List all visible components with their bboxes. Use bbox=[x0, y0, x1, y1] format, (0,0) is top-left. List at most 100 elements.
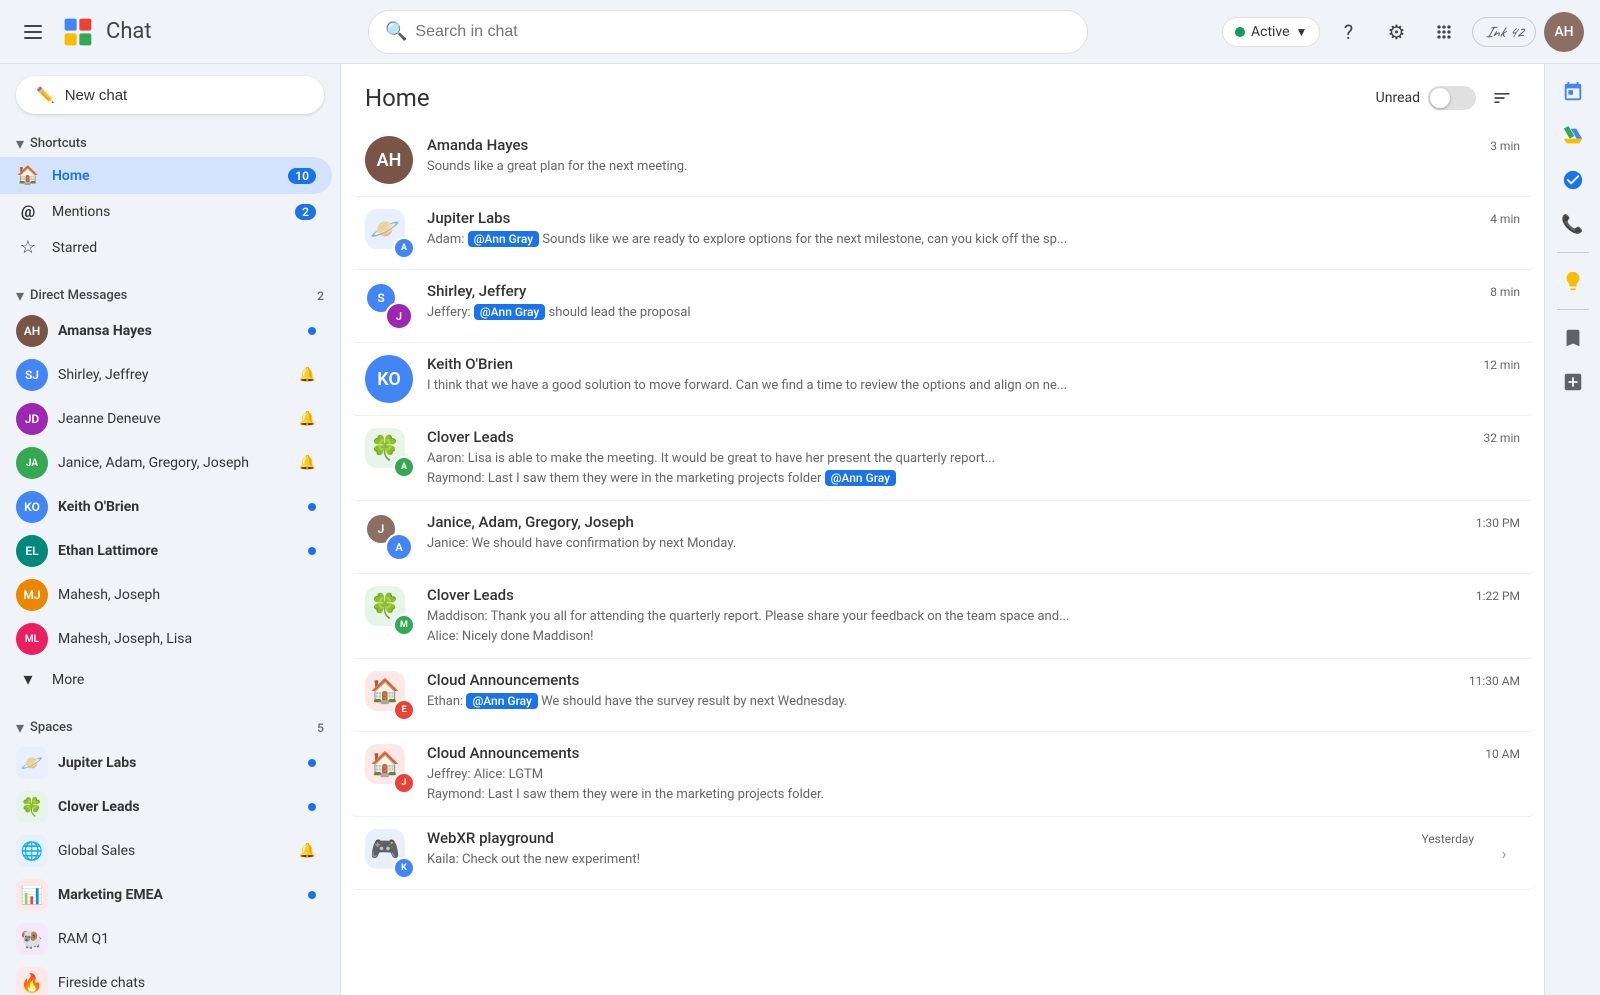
add-apps-icon[interactable] bbox=[1553, 362, 1593, 402]
chat-item-janice-group[interactable]: J A Janice, Adam, Gregory, Joseph 1:30 P… bbox=[349, 501, 1536, 574]
new-chat-button[interactable]: ✏️ New chat bbox=[16, 76, 324, 114]
dm-item-ethan[interactable]: EL Ethan Lattimore bbox=[0, 529, 332, 573]
dm-item-mahesh-joseph-lisa[interactable]: ML Mahesh, Joseph, Lisa bbox=[0, 617, 332, 661]
chat-body-amanda: Amanda Hayes 3 min Sounds like a great p… bbox=[427, 136, 1520, 177]
space-item-ram-q1[interactable]: 🐏 RAM Q1 bbox=[0, 917, 332, 961]
search-icon: 🔍 bbox=[385, 21, 407, 42]
hamburger-icon[interactable] bbox=[16, 17, 50, 47]
chat-name-jupiter: Jupiter Labs bbox=[427, 209, 510, 227]
sidebar-item-mentions[interactable]: @ Mentions 2 bbox=[0, 194, 332, 229]
search-bar[interactable]: 🔍 bbox=[368, 10, 1088, 54]
chat-time-keith: 12 min bbox=[1483, 358, 1520, 372]
shortcuts-section-header[interactable]: ▾ Shortcuts bbox=[0, 126, 340, 157]
dm-section-header[interactable]: ▾ Direct Messages 2 bbox=[0, 278, 340, 309]
keep-icon[interactable] bbox=[1553, 261, 1593, 301]
space-item-fireside[interactable]: 🔥 Fireside chats bbox=[0, 961, 332, 995]
dm-more-item[interactable]: ▾ More bbox=[0, 661, 332, 698]
dm-item-keith[interactable]: KO Keith O'Brien bbox=[0, 485, 332, 529]
space-item-marketing[interactable]: 📊 Marketing EMEA bbox=[0, 873, 332, 917]
dm-item-amansa-hayes[interactable]: AH Amansa Hayes bbox=[0, 309, 332, 353]
dm-item-jeanne[interactable]: JD Jeanne Deneuve 🔔 bbox=[0, 397, 332, 441]
bookmark-icon[interactable] bbox=[1553, 318, 1593, 358]
chat-time-clover2: 1:22 PM bbox=[1476, 589, 1520, 603]
chat-preview-clover2-line1: Maddison: Thank you all for attending th… bbox=[427, 607, 1520, 627]
chat-item-webxr[interactable]: 🎮 K WebXR playground Yesterday Kaila: Ch… bbox=[349, 817, 1536, 890]
header-actions: Unread bbox=[1376, 80, 1520, 116]
drive-icon[interactable] bbox=[1553, 116, 1593, 156]
space-item-jupiter-labs[interactable]: 🪐 Jupiter Labs bbox=[0, 741, 332, 785]
space-item-clover-leads[interactable]: 🍀 Clover Leads bbox=[0, 785, 332, 829]
dm-item-shirley-jeffrey[interactable]: SJ Shirley, Jeffrey 🔔 bbox=[0, 353, 332, 397]
dm-unread-dot-keith bbox=[308, 503, 316, 511]
mentions-icon: @ bbox=[16, 202, 40, 221]
chat-time-jupiter: 4 min bbox=[1490, 212, 1520, 226]
chat-avatar-clover2: 🍀 M bbox=[365, 586, 413, 634]
chat-name-clover2: Clover Leads bbox=[427, 586, 514, 604]
chat-avatar-janice-group: J A bbox=[365, 513, 413, 561]
chat-name-keith: Keith O'Brien bbox=[427, 355, 513, 373]
new-chat-icon: ✏️ bbox=[36, 86, 55, 104]
calendar-icon[interactable] bbox=[1553, 72, 1593, 112]
chat-preview-webxr: Kaila: Check out the new experiment! bbox=[427, 850, 1474, 870]
spaces-label: Spaces bbox=[30, 720, 73, 735]
sidebar-item-starred[interactable]: ☆ Starred bbox=[0, 229, 332, 266]
preview-suffix-shirley: should lead the proposal bbox=[545, 305, 690, 320]
filter-icon[interactable] bbox=[1484, 80, 1520, 116]
topbar: Chat 🔍 Active ▼ ? ⚙ Ink 42 AH bbox=[0, 0, 1600, 64]
dm-avatar-keith: KO bbox=[16, 491, 48, 523]
chat-item-clover-2[interactable]: 🍀 M Clover Leads 1:22 PM Maddison: Thank… bbox=[349, 574, 1536, 659]
app-title: Chat bbox=[106, 19, 152, 44]
tasks-icon[interactable] bbox=[1553, 160, 1593, 200]
chat-avatar-jupiter: 🪐 A bbox=[365, 209, 413, 257]
chat-header-cloud2: Cloud Announcements 10 AM bbox=[427, 744, 1520, 762]
chat-item-clover-1[interactable]: 🍀 A Clover Leads 32 min Aaron: Lisa is a… bbox=[349, 416, 1536, 501]
space-avatar-global: 🌐 bbox=[16, 835, 48, 867]
space-unread-clover bbox=[308, 803, 316, 811]
dm-unread-dot-amansa bbox=[308, 327, 316, 335]
chat-list: AH Amanda Hayes 3 min Sounds like a grea… bbox=[341, 124, 1544, 995]
chevron-right-webxr[interactable]: › bbox=[1488, 837, 1520, 869]
dm-label-ethan: Ethan Lattimore bbox=[58, 543, 298, 559]
chat-header-clover1: Clover Leads 32 min bbox=[427, 428, 1520, 446]
status-pill[interactable]: Active ▼ bbox=[1222, 17, 1320, 47]
unread-toggle-switch[interactable] bbox=[1428, 86, 1476, 110]
user-avatar[interactable]: AH bbox=[1544, 12, 1584, 52]
mentions-badge: 2 bbox=[295, 204, 316, 220]
space-bell-global: 🔔 bbox=[299, 843, 316, 859]
chat-item-jupiter-labs[interactable]: 🪐 A Jupiter Labs 4 min Adam: @Ann Gray S… bbox=[349, 197, 1536, 270]
spaces-section-header[interactable]: ▾ Spaces 5 bbox=[0, 710, 340, 741]
settings-icon[interactable]: ⚙ bbox=[1376, 12, 1416, 52]
dm-item-mahesh-joseph[interactable]: MJ Mahesh, Joseph bbox=[0, 573, 332, 617]
phone-icon[interactable]: 📞 bbox=[1553, 204, 1593, 244]
dm-item-janice-group[interactable]: JA Janice, Adam, Gregory, Joseph 🔔 bbox=[0, 441, 332, 485]
chat-item-cloud-1[interactable]: 🏠 E Cloud Announcements 11:30 AM Ethan: … bbox=[349, 659, 1536, 732]
help-icon[interactable]: ? bbox=[1328, 12, 1368, 52]
chat-item-cloud-2[interactable]: 🏠 J Cloud Announcements 10 AM Jeffrey: A… bbox=[349, 732, 1536, 817]
status-label: Active bbox=[1251, 24, 1290, 40]
preview-prefix-clover1: Raymond: Last I saw them they were in th… bbox=[427, 471, 825, 486]
chat-avatar-cloud1: 🏠 E bbox=[365, 671, 413, 719]
space-avatar-jupiter: 🪐 bbox=[16, 747, 48, 779]
chat-name-amanda: Amanda Hayes bbox=[427, 136, 528, 154]
chat-preview-cloud2-line2: Raymond: Last I saw them they were in th… bbox=[427, 785, 1520, 805]
search-input[interactable] bbox=[415, 23, 1071, 41]
chat-item-shirley-jeffery[interactable]: S J Shirley, Jeffery 8 min Jeffery: @Ann… bbox=[349, 270, 1536, 343]
user-chip[interactable]: Ink 42 bbox=[1472, 17, 1536, 47]
multi-av2-adam: A bbox=[385, 533, 413, 561]
content-header: Home Unread bbox=[341, 64, 1544, 124]
apps-icon[interactable] bbox=[1424, 12, 1464, 52]
space-item-global-sales[interactable]: 🌐 Global Sales 🔔 bbox=[0, 829, 332, 873]
chat-name-shirley: Shirley, Jeffery bbox=[427, 282, 526, 300]
home-label: Home bbox=[52, 168, 276, 184]
preview-suffix-cloud1: We should have the survey result by next… bbox=[538, 694, 848, 709]
chat-name-clover1: Clover Leads bbox=[427, 428, 514, 446]
space-unread-marketing bbox=[308, 891, 316, 899]
chat-item-keith[interactable]: KO Keith O'Brien 12 min I think that we … bbox=[349, 343, 1536, 416]
right-divider-2 bbox=[1557, 309, 1589, 310]
chat-avatar-cloud2: 🏠 J bbox=[365, 744, 413, 792]
page-title: Home bbox=[365, 84, 430, 112]
dm-label-shirley: Shirley, Jeffrey bbox=[58, 367, 289, 383]
sidebar-item-home[interactable]: 🏠 Home 10 bbox=[0, 157, 332, 194]
space-avatar-fireside: 🔥 bbox=[16, 967, 48, 995]
chat-item-amanda-hayes[interactable]: AH Amanda Hayes 3 min Sounds like a grea… bbox=[349, 124, 1536, 197]
